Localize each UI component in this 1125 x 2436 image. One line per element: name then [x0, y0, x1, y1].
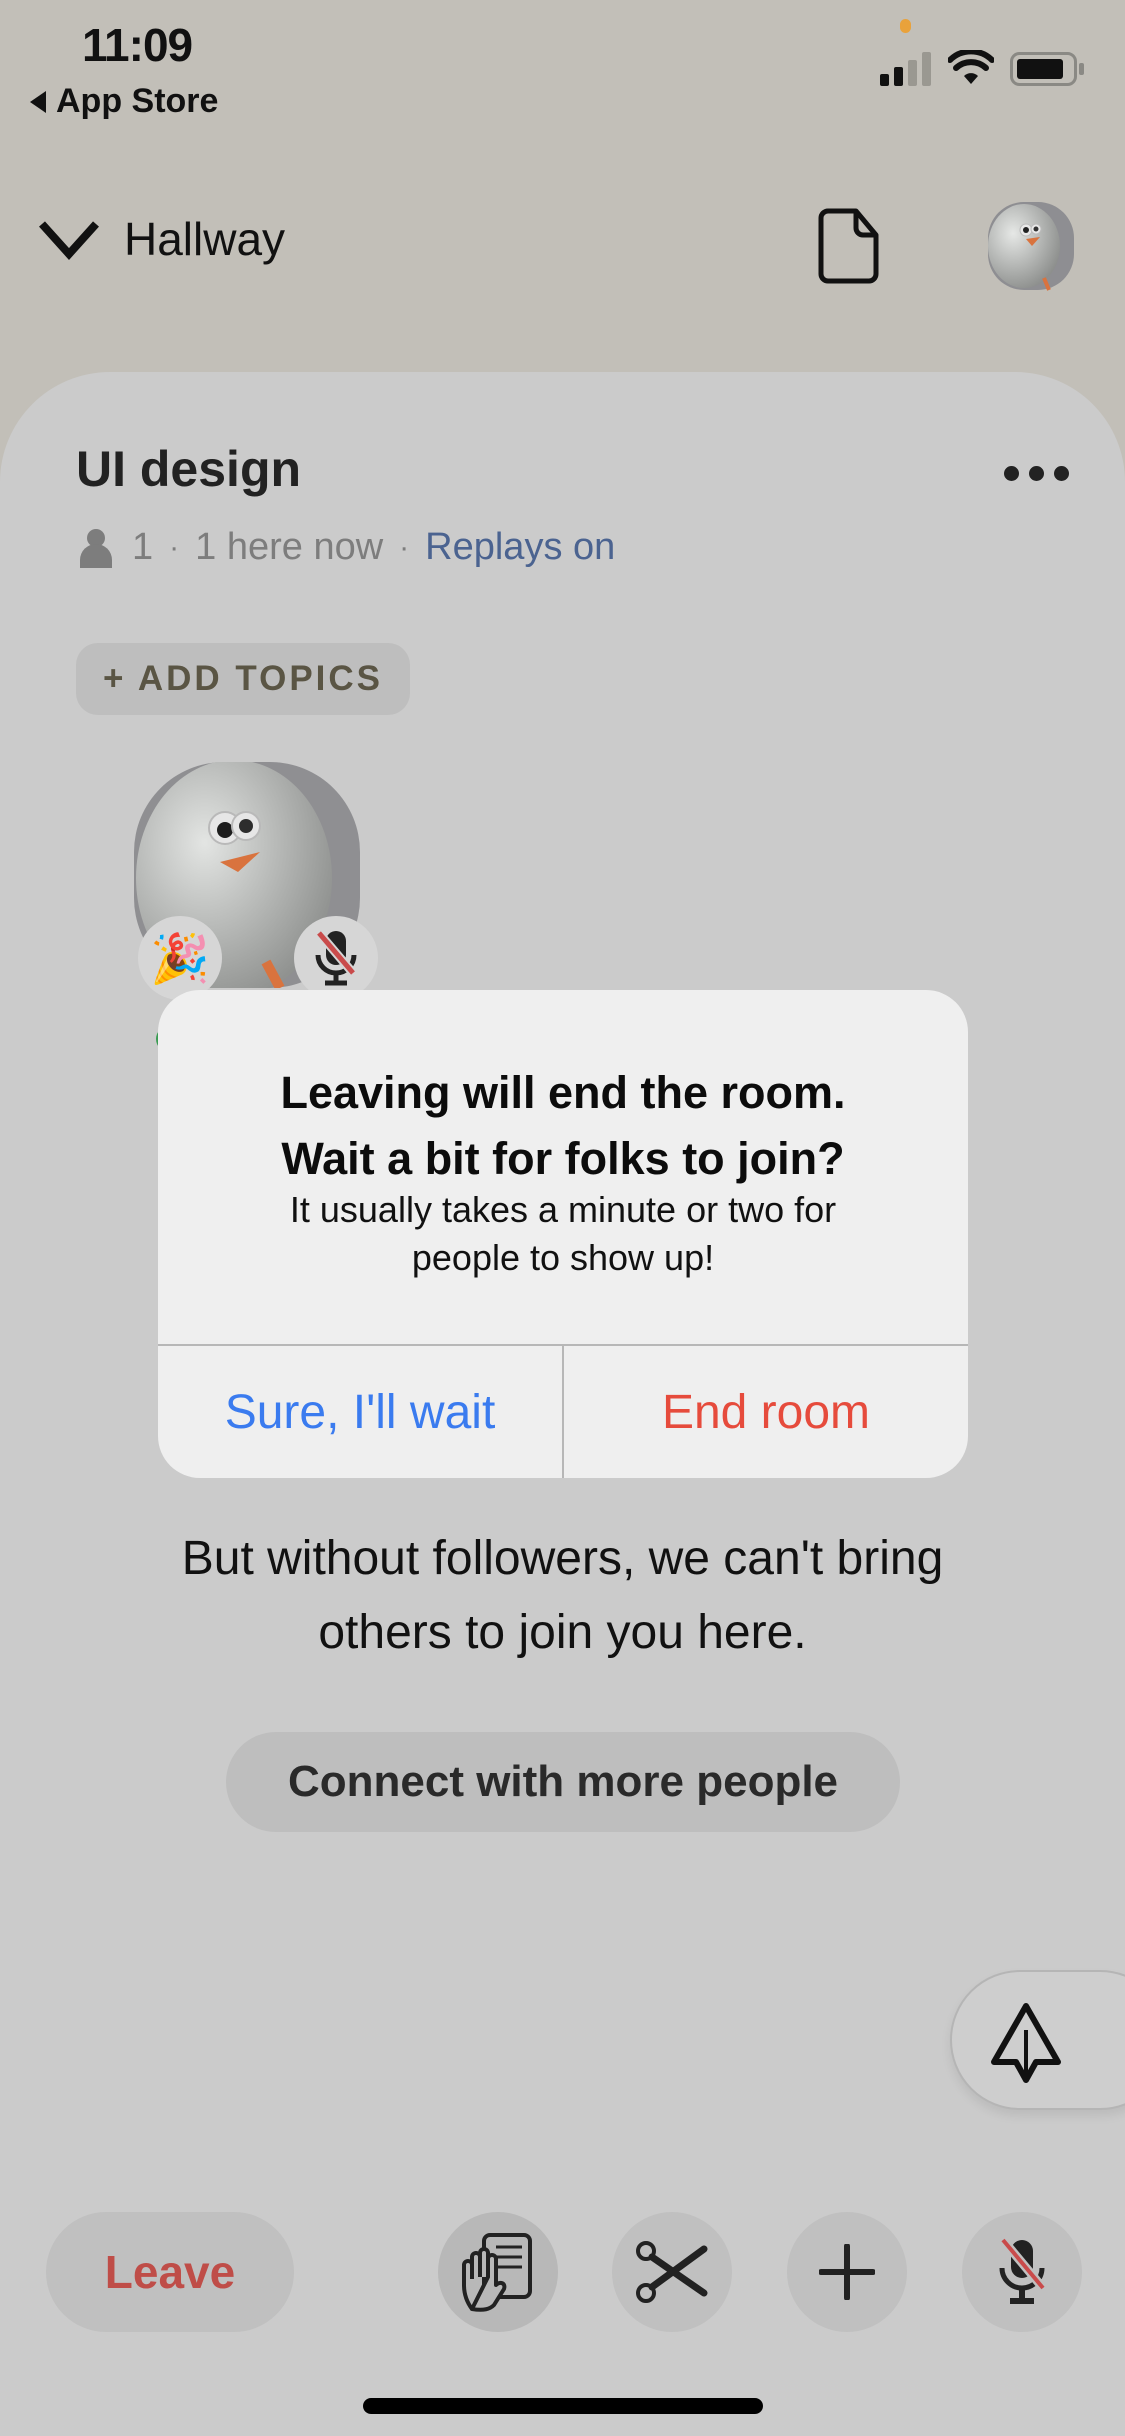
back-to-app-store[interactable]: App Store [30, 82, 218, 121]
paper-plane-icon [991, 2003, 1061, 2083]
room-meta: 1 · 1 here now · Replays on [78, 526, 615, 569]
privacy-indicator-icon [900, 19, 911, 33]
document-icon[interactable] [818, 208, 880, 284]
raise-hand-icon [462, 2233, 532, 2312]
listener-count: 1 [132, 526, 154, 568]
mute-toggle-button[interactable] [962, 2212, 1082, 2332]
end-room-button[interactable]: End room [564, 1346, 968, 1478]
wifi-icon [948, 50, 994, 84]
connect-with-people-button[interactable]: Connect with more people [226, 1732, 900, 1832]
mic-muted-icon [294, 916, 378, 1000]
alert-title: Leaving will end the room. Wait a bit fo… [280, 1067, 846, 1184]
more-options-icon[interactable] [1004, 466, 1069, 481]
here-now: 1 here now [195, 526, 384, 568]
raise-hand-button[interactable] [438, 2212, 558, 2332]
home-indicator[interactable] [363, 2398, 763, 2414]
battery-icon [1010, 52, 1084, 86]
leave-button[interactable]: Leave [46, 2212, 294, 2332]
mic-muted-icon [999, 2238, 1047, 2304]
wait-button[interactable]: Sure, I'll wait [158, 1346, 562, 1478]
add-button[interactable] [787, 2212, 907, 2332]
no-followers-message: But without followers, we can't bring ot… [181, 1532, 944, 1659]
hallway-button[interactable]: Hallway [36, 212, 285, 266]
back-triangle-icon [30, 90, 46, 113]
add-topics-button[interactable]: + ADD TOPICS [76, 643, 410, 715]
chevron-down-icon [39, 221, 99, 260]
party-popper-badge: 🎉 [138, 916, 222, 1000]
leave-confirm-alert: Leaving will end the room. Wait a bit fo… [158, 990, 968, 1478]
clip-scissors-icon [636, 2241, 708, 2303]
status-time: 11:09 [82, 19, 193, 71]
clip-button[interactable] [612, 2212, 732, 2332]
separator: · [169, 530, 180, 564]
share-button[interactable] [950, 1970, 1125, 2110]
alert-message: It usually takes a minute or two for peo… [289, 1189, 837, 1278]
separator: · [399, 530, 410, 564]
profile-avatar[interactable] [984, 200, 1078, 294]
room-title: UI design [76, 441, 302, 497]
signal-icon [880, 52, 931, 86]
person-icon [80, 528, 112, 568]
back-label: App Store [56, 82, 219, 120]
replays-status[interactable]: Replays on [425, 526, 615, 569]
add-icon [819, 2244, 875, 2300]
hallway-label: Hallway [124, 213, 286, 265]
